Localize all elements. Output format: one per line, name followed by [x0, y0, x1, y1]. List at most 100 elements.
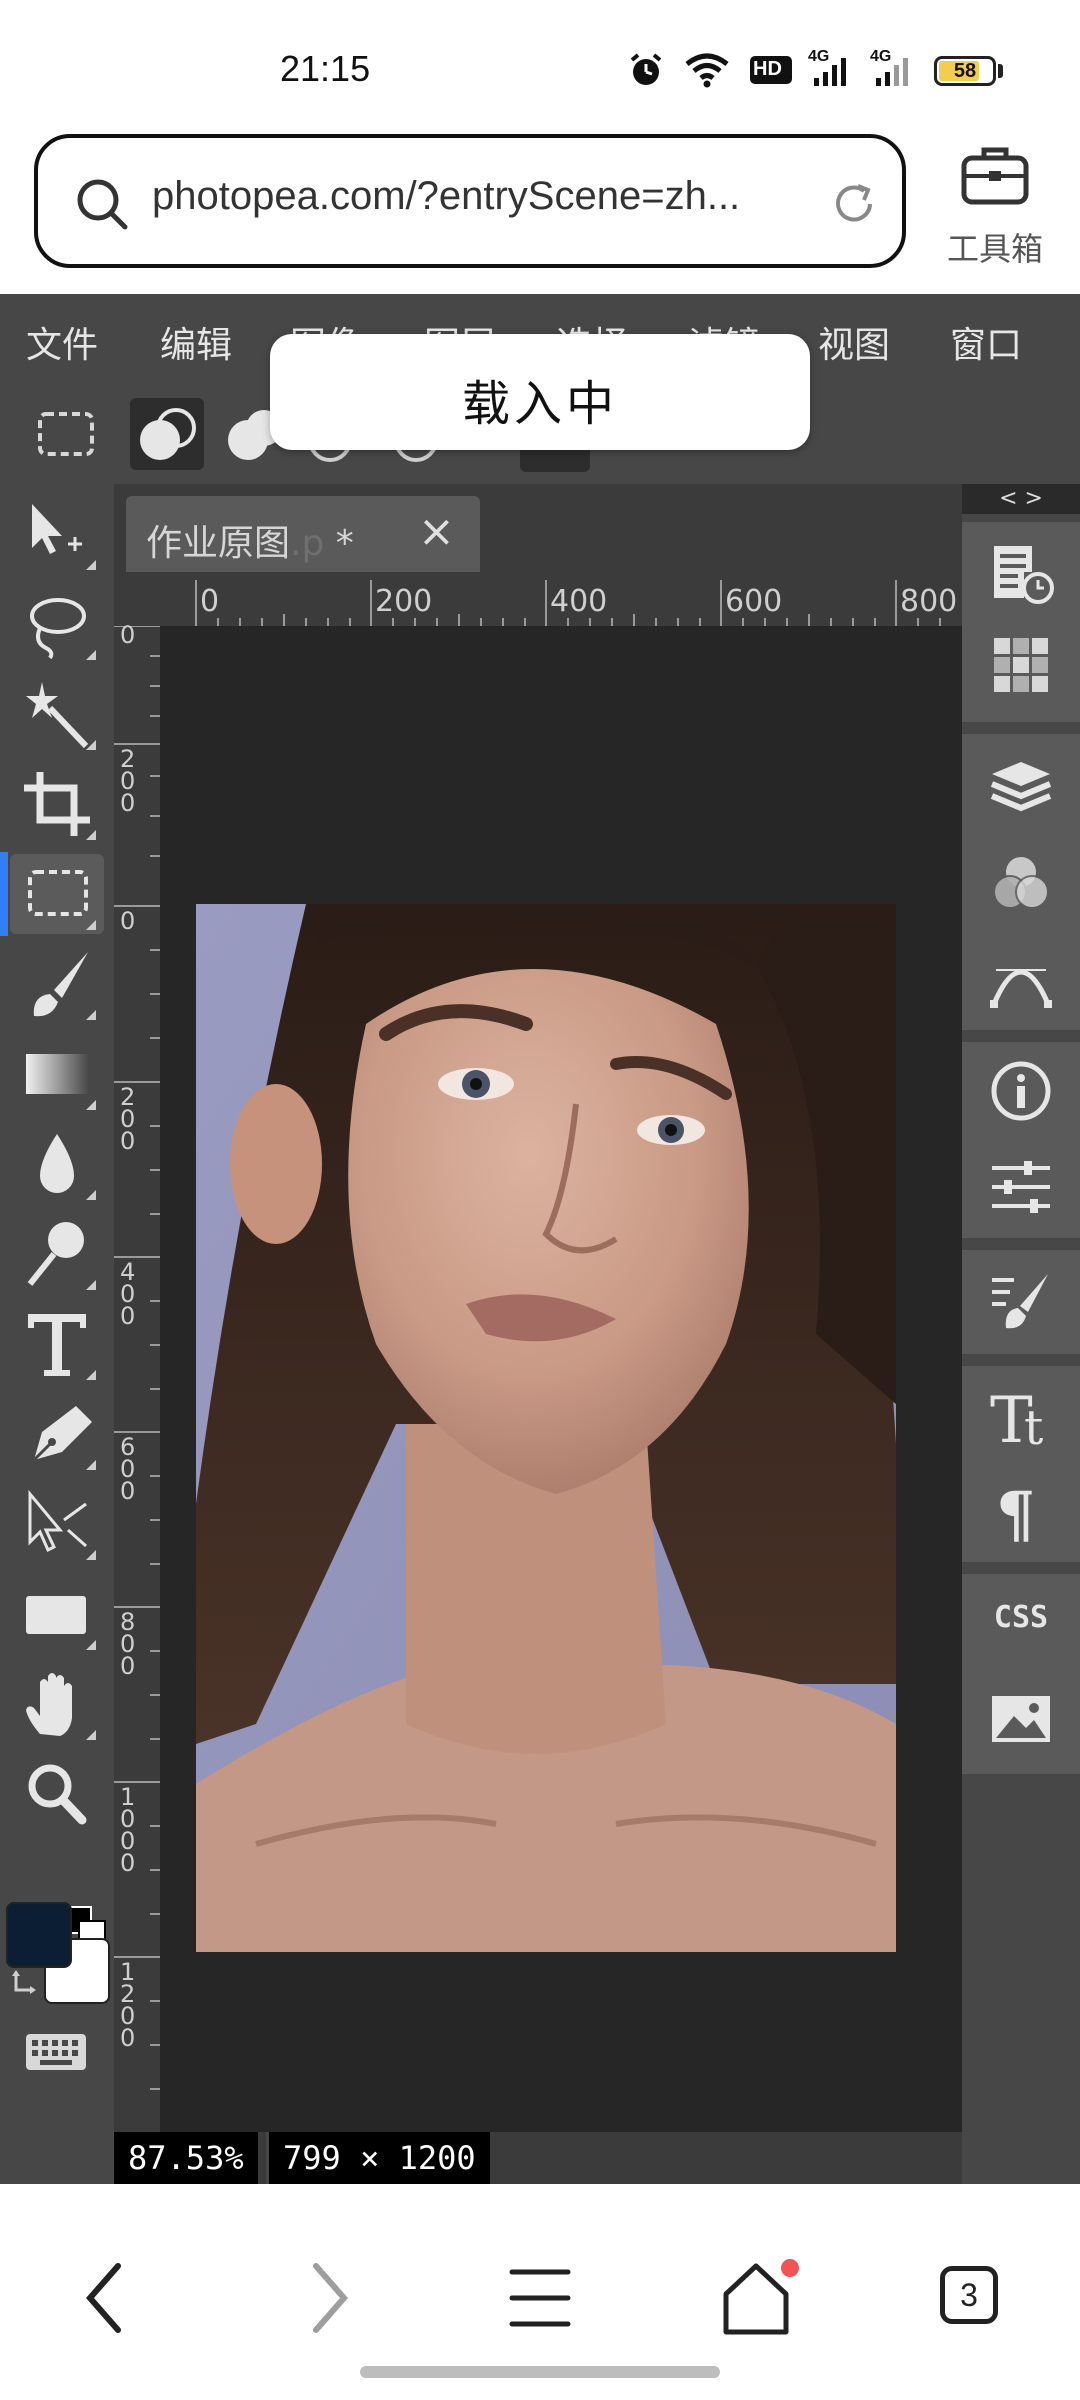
ruler-label: 600 [725, 584, 783, 619]
reload-icon[interactable] [828, 178, 880, 230]
shape-tool[interactable] [10, 1574, 104, 1654]
foreground-color-swatch[interactable] [6, 1902, 72, 1968]
move-tool[interactable] [10, 494, 104, 574]
blur-tool[interactable] [10, 1124, 104, 1204]
panel-group [962, 522, 1080, 722]
back-icon[interactable] [76, 2260, 136, 2336]
vertical-ruler: 0 200 0 200 400 600 800 1000 1200 [114, 621, 160, 2184]
character-icon[interactable]: T t [988, 1384, 1058, 1450]
ruler-label: 1200 [120, 1958, 136, 2052]
loading-text: 载入中 [461, 376, 618, 432]
panel-group [962, 1042, 1080, 1238]
paragraph-icon[interactable]: ¶ [988, 1478, 1054, 1544]
home-indicator [360, 2366, 720, 2378]
photopea-app: 文件 编辑 图像 图层 选择 滤镜 视图 窗口 [0, 294, 1080, 2184]
ruler-label: 0 [120, 907, 136, 935]
ruler-label: 1000 [120, 1783, 136, 1877]
svg-text:¶: ¶ [996, 1478, 1035, 1544]
toolbox-label: 工具箱 [946, 230, 1043, 268]
paths-icon[interactable] [988, 946, 1054, 1012]
wifi-icon [685, 53, 729, 88]
status-strip: 87.53% 799 × 1200 [114, 2132, 962, 2184]
hd-label: HD [753, 58, 782, 80]
tabs-button[interactable]: 3 [940, 2266, 998, 2324]
dodge-tool[interactable] [10, 1214, 104, 1294]
horizontal-ruler: 0 200 400 600 800 [114, 580, 962, 626]
panel-group: T t ¶ [962, 1366, 1080, 1562]
marquee-preset-icon[interactable] [34, 406, 98, 462]
document-area: 作业原图.p * × 0 200 400 600 800 0 200 0 200… [114, 484, 962, 2184]
search-icon [77, 179, 128, 230]
side-panel-bar: < > T t ¶ CSS [962, 484, 1080, 2184]
menu-window[interactable]: 窗口 [950, 316, 1022, 368]
magic-wand-tool[interactable] [10, 674, 104, 754]
modified-marker: * [324, 523, 354, 564]
magnifier-icon [28, 1764, 87, 1825]
brush-tool[interactable] [10, 944, 104, 1024]
swap-colors-icon[interactable] [10, 1968, 40, 1998]
document-tab[interactable]: 作业原图.p * × [126, 496, 480, 572]
selection-mode-new[interactable] [130, 398, 204, 470]
css-icon[interactable]: CSS [982, 1600, 1060, 1635]
ruler-label: 800 [120, 1608, 136, 1680]
active-tool-indicator [0, 852, 8, 936]
ruler-label: 200 [120, 745, 136, 817]
battery-percent: 58 [953, 60, 977, 82]
battery-tip [998, 64, 1003, 78]
panel-collapse-toggle[interactable]: < > [962, 484, 1080, 514]
panel-group [962, 734, 1080, 1030]
zoom-tool[interactable] [10, 1754, 104, 1834]
brush-settings-icon[interactable] [988, 1268, 1054, 1334]
clock: 21:15 [280, 48, 371, 89]
document-size: 799 × 1200 [266, 2132, 490, 2184]
gradient-tool[interactable] [10, 1034, 104, 1114]
menu-file[interactable]: 文件 [26, 316, 98, 368]
document-ext: .p [290, 523, 325, 564]
history-icon[interactable] [988, 542, 1054, 608]
image-icon[interactable] [988, 1686, 1054, 1752]
battery-icon: 58 [934, 56, 996, 86]
vertical-ruler-ticks [114, 626, 160, 2090]
hd-icon: HD [750, 56, 792, 84]
toolbox-button[interactable]: 工具箱 [930, 140, 1060, 270]
portrait-image[interactable] [196, 904, 896, 1952]
lasso-tool[interactable] [10, 584, 104, 664]
ruler-label: 400 [120, 1258, 136, 1330]
ruler-label: 600 [120, 1433, 136, 1505]
hand-tool[interactable] [10, 1664, 104, 1744]
tools-panel [0, 484, 114, 2184]
pen-tool[interactable] [10, 1394, 104, 1474]
status-bar: 21:15 HD 4G 4G 58 [0, 0, 1080, 130]
signal-4g-icon: 4G [870, 48, 916, 88]
menu-view[interactable]: 视图 [818, 316, 890, 368]
forward-icon[interactable] [298, 2260, 358, 2336]
ruler-label: 0 [120, 621, 136, 649]
close-tab-icon[interactable]: × [418, 506, 455, 557]
crop-tool[interactable] [10, 764, 104, 844]
zoom-level[interactable]: 87.53% [114, 2132, 258, 2184]
ruler-label: 800 [900, 584, 958, 619]
ruler-label: 400 [550, 584, 608, 619]
url-text[interactable]: photopea.com/?entryScene=zh... [152, 174, 812, 219]
type-tool[interactable] [10, 1304, 104, 1384]
swatches-icon[interactable] [988, 632, 1054, 698]
channels-icon[interactable] [988, 850, 1054, 916]
info-icon[interactable] [988, 1058, 1054, 1124]
horizontal-ruler-ticks [195, 580, 941, 626]
ruler-label: 200 [120, 1083, 136, 1155]
signal-4g-icon: 4G [808, 48, 854, 88]
panel-group: CSS [962, 1574, 1080, 1774]
toolbox-icon [961, 147, 1029, 205]
home-icon[interactable] [716, 2258, 800, 2338]
document-name: 作业原图 [146, 523, 291, 564]
address-bar[interactable]: photopea.com/?entryScene=zh... [34, 134, 906, 268]
path-select-tool[interactable] [10, 1484, 104, 1564]
document-tabs: 作业原图.p * × [114, 484, 962, 580]
canvas[interactable] [160, 626, 962, 2132]
menu-edit[interactable]: 编辑 [160, 316, 232, 368]
adjustments-icon[interactable] [988, 1154, 1054, 1220]
marquee-tool[interactable] [10, 854, 104, 934]
layers-icon[interactable] [988, 754, 1054, 820]
keyboard-icon[interactable] [24, 2030, 88, 2074]
menu-icon[interactable] [508, 2264, 572, 2332]
